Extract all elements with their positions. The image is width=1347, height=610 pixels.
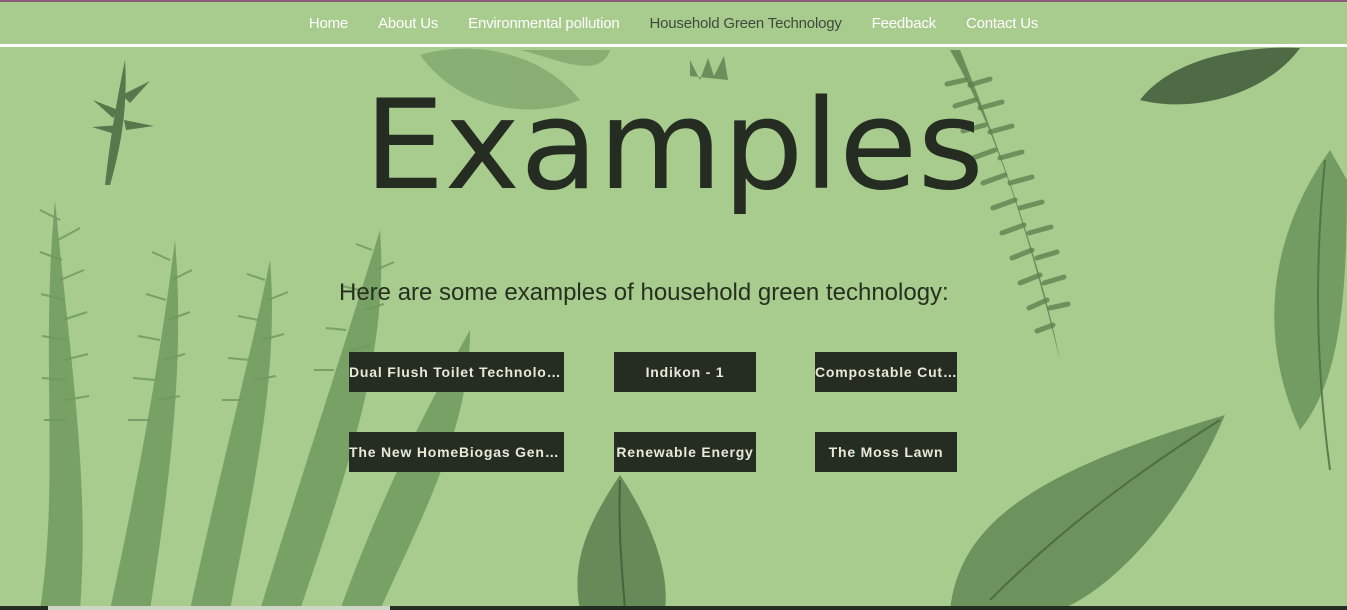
nav-item-environmental-pollution[interactable]: Environmental pollution: [453, 15, 634, 32]
page-subtitle: Here are some examples of household gree…: [339, 279, 949, 306]
renewable-energy-button[interactable]: Renewable Energy: [614, 432, 756, 472]
nav-item-household-green-technology[interactable]: Household Green Technology: [635, 15, 857, 32]
homebiogas-generator-button[interactable]: The New HomeBiogas Generator: [349, 432, 564, 472]
nav-item-feedback[interactable]: Feedback: [857, 15, 951, 32]
nav-item-contact-us[interactable]: Contact Us: [951, 15, 1053, 32]
page-title: Examples: [0, 66, 1347, 226]
bottom-strip: [0, 606, 1347, 610]
page: Home About Us Environmental pollution Ho…: [0, 0, 1347, 610]
page-title-text: Examples: [364, 74, 984, 218]
nav-item-home[interactable]: Home: [294, 15, 363, 32]
indikon-button[interactable]: Indikon - 1: [614, 352, 756, 392]
dual-flush-toilet-button[interactable]: Dual Flush Toilet Technology: [349, 352, 564, 392]
svg-text:Examples: Examples: [364, 74, 984, 218]
moss-lawn-button[interactable]: The Moss Lawn: [815, 432, 957, 472]
nav-divider: [0, 44, 1347, 47]
main-navigation: Home About Us Environmental pollution Ho…: [0, 2, 1347, 44]
compostable-cutlery-button[interactable]: Compostable Cutlery: [815, 352, 957, 392]
nav-item-about-us[interactable]: About Us: [363, 15, 453, 32]
